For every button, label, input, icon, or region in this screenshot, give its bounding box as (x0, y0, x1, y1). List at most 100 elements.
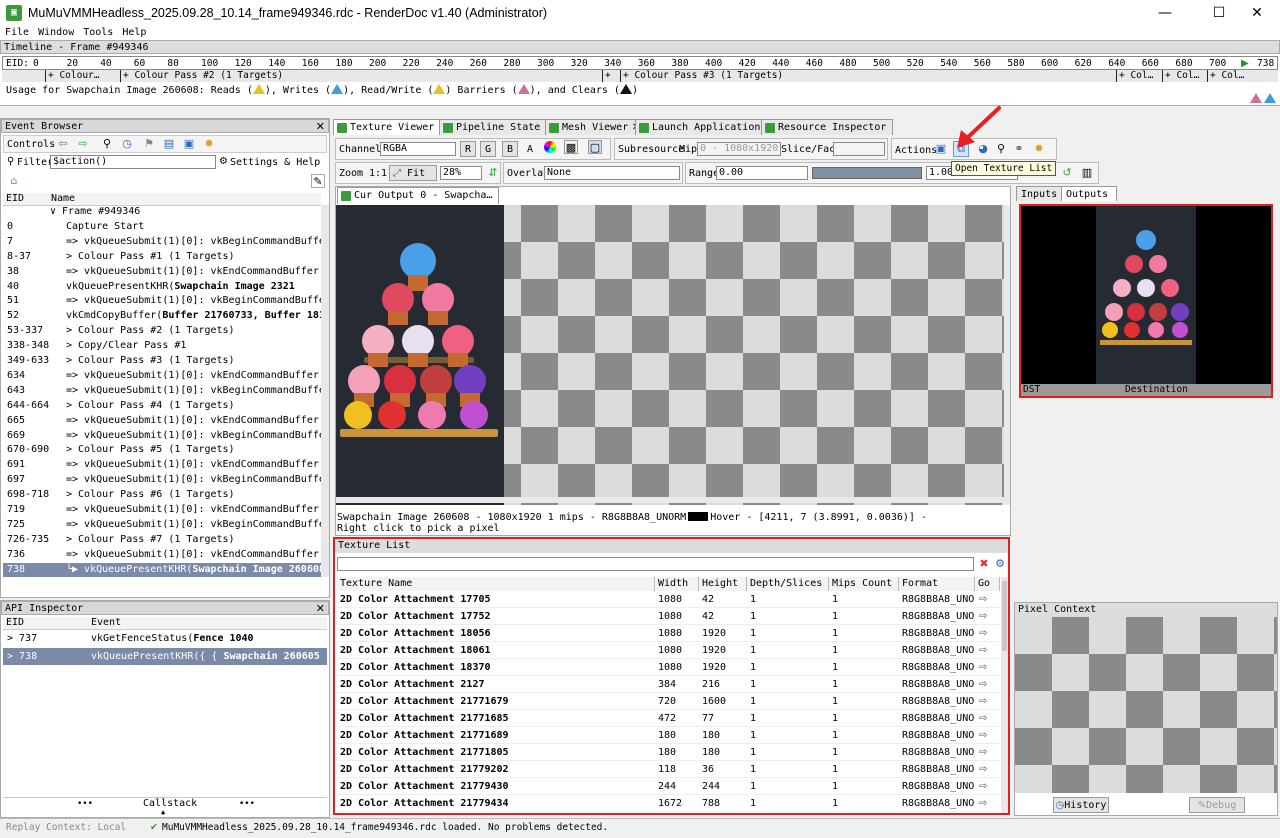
texture-list-row[interactable]: 2D Color Attachment 21771685 472 77 1 1 R8G8B… (337, 710, 1000, 727)
texture-list-col-header[interactable]: Go (975, 577, 1000, 591)
zoom-select[interactable]: 28% (440, 166, 482, 180)
col-event[interactable]: Event (91, 617, 121, 628)
tab-texture-viewer[interactable]: Texture Viewer✕ (333, 119, 450, 135)
event-row[interactable]: ∨ Frame #949346 (3, 205, 321, 220)
output-thumbnail[interactable]: DST Destination (1019, 204, 1273, 398)
checkerboard-icon[interactable]: ▩ (564, 140, 578, 154)
channels-select[interactable]: RGBA (380, 142, 456, 156)
timeline-pass-bar[interactable]: + Colour… + Colour Pass #2 (1 Targets) +… (2, 70, 1278, 82)
texture-list-row[interactable]: 2D Color Attachment 18056 1080 1920 1 1 R8G8B… (337, 625, 1000, 642)
event-row[interactable]: 669 => vkQueueSubmit(1)[0]: vkBeginComman… (3, 429, 321, 444)
menu-window[interactable]: Window (38, 27, 74, 38)
event-row[interactable]: 738 └▶ vkQueuePresentKHR(Swapchain Image … (3, 562, 321, 577)
texture-list-row[interactable]: 2D Color Attachment 17752 1080 42 1 1 R8G8B8A… (337, 608, 1000, 625)
event-resource[interactable]: Swapchain Image 2321 (174, 281, 294, 292)
tab-launch-application[interactable]: Launch Application✕ (635, 119, 776, 135)
fit-button[interactable]: ⤢ Fit (389, 165, 437, 181)
zoom-arrow-icon[interactable]: ⇵ (486, 166, 500, 180)
reset-range-icon[interactable]: ↺ (1060, 166, 1074, 180)
texture-list-row[interactable]: 2D Color Attachment 18370 1080 1920 1 1 R8G8B… (337, 659, 1000, 676)
event-row[interactable]: 7 => vkQueueSubmit(1)[0]: vkBeginCommandB… (3, 235, 321, 250)
api-row-selected[interactable]: > 738 vkQueuePresentKHR({ { Swapchain 26… (3, 648, 327, 665)
timeline-pass[interactable]: + Col… (1116, 70, 1156, 82)
settings-star-icon[interactable]: ✹ (1032, 142, 1046, 156)
texture-list-row[interactable]: 2D Color Attachment 21771689 180 180 1 1 R8G8… (337, 727, 1000, 744)
event-row[interactable]: 725 => vkQueueSubmit(1)[0]: vkBeginComman… (3, 518, 321, 533)
edit-icon[interactable]: ✎ (311, 174, 325, 188)
event-resource[interactable]: Swapchain Image 260608 (192, 564, 321, 575)
close-window-button[interactable]: ✕ (1234, 0, 1280, 26)
channel-g-button[interactable]: G (480, 141, 496, 157)
close-icon[interactable]: ✕ (316, 602, 325, 615)
event-row[interactable]: 38 => vkQueueSubmit(1)[0]: vkEndCommandBu… (3, 265, 321, 280)
zoom-1to1-button[interactable]: 1:1 (369, 168, 387, 179)
event-row[interactable]: 670-690 > Colour Pass #5 (1 Targets) (3, 443, 321, 458)
texture-list-row[interactable]: 2D Color Attachment 21771805 180 180 1 1 R8G8… (337, 744, 1000, 761)
timeline-pass[interactable]: + (602, 70, 620, 82)
texture-list-col-header[interactable]: Height (699, 577, 747, 591)
texture-list-row[interactable]: 2D Color Attachment 21779430 244 244 1 1 R8G8… (337, 778, 1000, 795)
export-icon[interactable]: ▤ (162, 137, 176, 151)
go-arrow-icon[interactable]: ⇨ (979, 727, 987, 744)
clear-filter-icon[interactable]: ✖ (977, 557, 991, 571)
range-min-input[interactable]: 0.00 (716, 166, 808, 180)
settings-gear-icon[interactable]: ⚙ (219, 156, 228, 167)
texture-list-filter[interactable] (337, 557, 974, 571)
overlay-select[interactable]: None (544, 166, 680, 180)
event-row[interactable]: 51 => vkQueueSubmit(1)[0]: vkBeginCommand… (3, 294, 321, 309)
texture-list-row[interactable]: 2D Color Attachment 2127 384 216 1 1 R8G8B8A8… (337, 676, 1000, 693)
timeline-pass[interactable]: + Col… (1162, 70, 1202, 82)
event-row[interactable]: 53-337 > Colour Pass #2 (1 Targets) (3, 324, 321, 339)
histogram-icon[interactable]: ▥ (1080, 166, 1094, 180)
col-eid[interactable]: EID (6, 193, 24, 204)
forward-arrow-icon[interactable]: ⇨ (76, 137, 90, 151)
event-row[interactable]: 697 => vkQueueSubmit(1)[0]: vkBeginComman… (3, 473, 321, 488)
tab-mesh-viewer[interactable]: Mesh Viewer✕ (545, 119, 644, 135)
tab-current-output[interactable]: Cur Output 0 - Swapcha… (337, 187, 500, 204)
go-arrow-icon[interactable]: ⇨ (979, 591, 987, 608)
go-arrow-icon[interactable]: ⇨ (979, 608, 987, 625)
save-icon[interactable]: ▣ (182, 137, 196, 151)
event-row[interactable]: 643 => vkQueueSubmit(1)[0]: vkBeginComman… (3, 384, 321, 399)
texture-list-scrollbar[interactable] (1001, 577, 1008, 813)
go-arrow-icon[interactable]: ⇨ (979, 642, 987, 659)
menu-help[interactable]: Help (122, 27, 146, 38)
api-row-resource[interactable]: Swapchain 260605 (223, 651, 319, 662)
texture-list-col-header[interactable]: Depth/Slices (747, 577, 829, 591)
go-arrow-icon[interactable]: ⇨ (979, 761, 987, 778)
history-button[interactable]: ◷History (1053, 797, 1109, 813)
texture-vscroll[interactable] (1004, 205, 1010, 505)
event-row[interactable]: 726-735 > Colour Pass #7 (1 Targets) (3, 533, 321, 548)
go-arrow-icon[interactable]: ⇨ (979, 710, 987, 727)
channel-a-button[interactable]: A (522, 141, 538, 157)
texture-list-row[interactable]: 2D Color Attachment 21779202 118 36 1 1 R8G8B… (337, 761, 1000, 778)
event-list-scrollbar[interactable] (321, 205, 329, 577)
timeline-pass[interactable]: + Col… (1207, 70, 1247, 82)
back-arrow-icon[interactable]: ⇦ (56, 137, 70, 151)
event-row[interactable]: 736 => vkQueueSubmit(1)[0]: vkEndCommandB… (3, 548, 321, 563)
channel-b-button[interactable]: B (502, 141, 518, 157)
go-arrow-icon[interactable]: ⇨ (979, 659, 987, 676)
more-dots-left[interactable]: ••• (77, 799, 93, 809)
texture-list-row[interactable]: 2D Color Attachment 21771679 720 1600 1 1 R8G… (337, 693, 1000, 710)
menu-tools[interactable]: Tools (83, 27, 113, 38)
event-list[interactable]: ∨ Frame #949346 0 Capture Start 7 => vkQueue… (3, 205, 321, 577)
event-row[interactable]: 338-348 > Copy/Clear Pass #1 (3, 339, 321, 354)
event-row[interactable]: 691 => vkQueueSubmit(1)[0]: vkEndCommandB… (3, 458, 321, 473)
menu-file[interactable]: File (5, 27, 29, 38)
go-arrow-icon[interactable]: ⇨ (979, 676, 987, 693)
pixel-context-canvas[interactable] (1015, 617, 1277, 793)
scroll-thumb[interactable] (1002, 581, 1007, 651)
mip-select[interactable]: 0 - 1080x1920 (697, 142, 781, 156)
event-row[interactable]: 698-718 > Colour Pass #6 (1 Targets) (3, 488, 321, 503)
go-arrow-icon[interactable]: ⇨ (979, 744, 987, 761)
event-resource[interactable]: Buffer 21760733, Buffer 181 (162, 310, 321, 321)
go-arrow-icon[interactable]: ⇨ (979, 778, 987, 795)
timeline-pass[interactable]: + Colour Pass #3 (1 Targets) (620, 70, 1100, 82)
go-arrow-icon[interactable]: ⇨ (979, 693, 987, 710)
color-wheel-icon[interactable] (544, 141, 556, 153)
timeline-pass[interactable]: + Colour… (45, 70, 101, 82)
tab-resource-inspector[interactable]: Resource Inspector (761, 119, 894, 135)
col-eid[interactable]: EID (6, 617, 24, 628)
event-row[interactable]: 719 => vkQueueSubmit(1)[0]: vkEndCommandB… (3, 503, 321, 518)
